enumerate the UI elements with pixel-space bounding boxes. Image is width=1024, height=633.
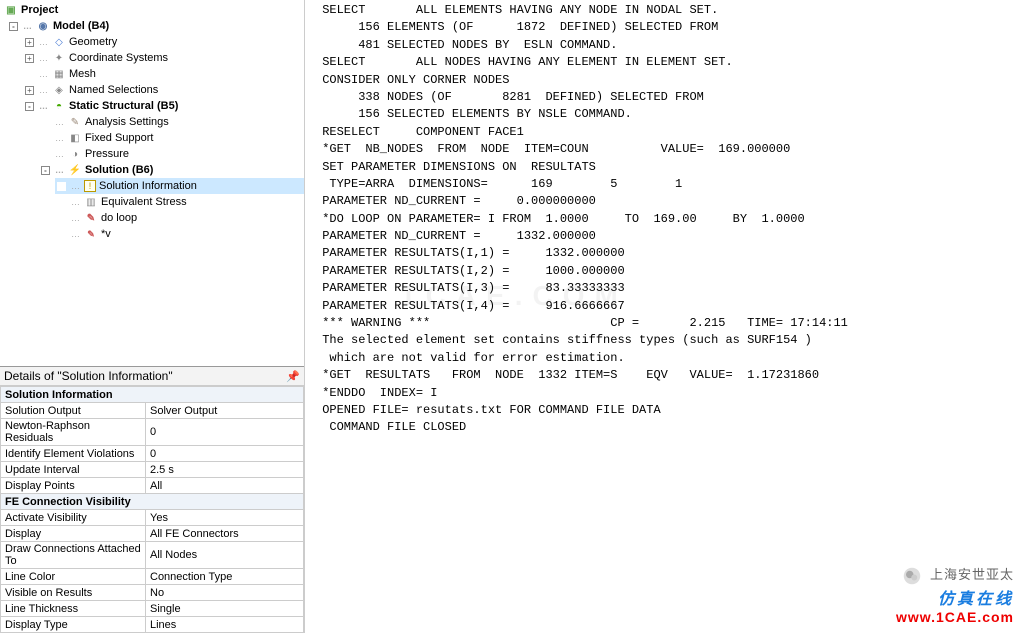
project-root[interactable]: ▣ Project (2, 2, 304, 18)
solution-icon: ⚡ (68, 163, 82, 177)
analysis-settings-node[interactable]: …✎Analysis Settings (39, 114, 304, 130)
collapse-icon[interactable]: - (9, 22, 18, 31)
fixed-support-node[interactable]: …◧Fixed Support (39, 130, 304, 146)
settings-icon: ✎ (68, 115, 82, 129)
command-icon: ✎ (84, 211, 98, 225)
table-row[interactable]: Display PointsAll (1, 478, 304, 494)
details-table: Solution Information Solution OutputSolv… (0, 386, 304, 633)
expand-icon[interactable]: + (25, 38, 34, 47)
model-label: Model (B4) (53, 20, 109, 32)
solution-info-icon: ! (84, 180, 96, 192)
output-line: OPENED FILE= resutats.txt FOR COMMAND FI… (315, 402, 1014, 419)
structural-icon: ◓ (52, 99, 66, 113)
named-sel-icon: ◈ (52, 83, 66, 97)
table-row[interactable]: Activate VisibilityYes (1, 510, 304, 526)
output-line: 156 SELECTED ELEMENTS BY NSLE COMMAND. (315, 106, 1014, 123)
output-line: RESELECT COMPONENT FACE1 (315, 124, 1014, 141)
output-line: *DO LOOP ON PARAMETER= I FROM 1.0000 TO … (315, 211, 1014, 228)
output-line: The selected element set contains stiffn… (315, 332, 1014, 349)
table-row[interactable]: Line ThicknessSingle (1, 601, 304, 617)
output-line: TYPE=ARRA DIMENSIONS= 169 5 1 (315, 176, 1014, 193)
output-line: SELECT ALL ELEMENTS HAVING ANY NODE IN N… (315, 2, 1014, 19)
table-row[interactable]: Display TypeLines (1, 617, 304, 633)
collapse-icon[interactable]: - (41, 166, 50, 175)
collapse-icon[interactable]: - (25, 102, 34, 111)
details-group[interactable]: Solution Information (1, 387, 304, 403)
equivalent-stress-node[interactable]: …▥Equivalent Stress (55, 194, 304, 210)
watermark: 上海安世亚太 仿真在线 www.1CAE.com (896, 564, 1014, 625)
details-title: Details of "Solution Information" (4, 369, 173, 383)
table-row[interactable]: Update Interval2.5 s (1, 462, 304, 478)
output-line: PARAMETER RESULTATS(I,2) = 1000.000000 (315, 263, 1014, 280)
output-line: *** WARNING *** CP = 2.215 TIME= 17:14:1… (315, 315, 1014, 332)
geometry-icon: ◇ (52, 35, 66, 49)
pressure-node[interactable]: …◑Pressure (39, 146, 304, 162)
geometry-node[interactable]: +…◇Geometry (23, 34, 304, 50)
table-row[interactable]: Visible on ResultsNo (1, 585, 304, 601)
project-icon: ▣ (4, 3, 18, 17)
output-line: PARAMETER ND_CURRENT = 1332.000000 (315, 228, 1014, 245)
watermark-top: 上海安世亚太 (930, 567, 1014, 582)
output-line: *ENDDO INDEX= I (315, 385, 1014, 402)
output-line: which are not valid for error estimation… (315, 350, 1014, 367)
pressure-icon: ◑ (68, 147, 82, 161)
watermark-url: www.1CAE.com (896, 609, 1014, 625)
model-icon: ◉ (36, 19, 50, 33)
static-structural-node[interactable]: -…◓Static Structural (B5) (23, 98, 304, 114)
table-row[interactable]: Solution OutputSolver Output (1, 403, 304, 419)
table-row[interactable]: DisplayAll FE Connectors (1, 526, 304, 542)
do-loop-node[interactable]: …✎do loop (55, 210, 304, 226)
output-line: SELECT ALL NODES HAVING ANY ELEMENT IN E… (315, 54, 1014, 71)
output-line: PARAMETER ND_CURRENT = 0.000000000 (315, 193, 1014, 210)
output-line: *GET NB_NODES FROM NODE ITEM=COUN VALUE=… (315, 141, 1014, 158)
fixed-support-icon: ◧ (68, 131, 82, 145)
solution-node[interactable]: -…⚡Solution (B6) (39, 162, 304, 178)
model-tree-panel: ▣ Project - … ◉ Model (B4) +…◇Geometry (0, 0, 304, 242)
mesh-node[interactable]: …▦Mesh (23, 66, 304, 82)
watermark-mid: 仿真在线 (896, 585, 1014, 609)
equivalent-stress-icon: ▥ (84, 195, 98, 209)
solution-info-node[interactable]: …!Solution Information (55, 178, 304, 194)
wechat-icon (903, 567, 921, 585)
solver-output-pane[interactable]: SELECT ALL ELEMENTS HAVING ANY NODE IN N… (305, 0, 1024, 633)
project-label: Project (21, 4, 58, 16)
table-row[interactable]: Draw Connections Attached ToAll Nodes (1, 542, 304, 569)
details-group[interactable]: FE Connection Visibility (1, 494, 304, 510)
details-panel: Details of "Solution Information" 📌 Solu… (0, 366, 304, 633)
pin-icon[interactable]: 📌 (286, 370, 300, 383)
output-line: *GET RESULTATS FROM NODE 1332 ITEM=S EQV… (315, 367, 1014, 384)
coord-icon: ✦ (52, 51, 66, 65)
output-line: PARAMETER RESULTATS(I,3) = 83.33333333 (315, 280, 1014, 297)
mv-node[interactable]: …✎*v (55, 226, 304, 242)
named-sel-node[interactable]: +…◈Named Selections (23, 82, 304, 98)
expand-icon[interactable]: + (25, 86, 34, 95)
output-line: CONSIDER ONLY CORNER NODES (315, 72, 1014, 89)
mesh-icon: ▦ (52, 67, 66, 81)
output-line: SET PARAMETER DIMENSIONS ON RESULTATS (315, 159, 1014, 176)
output-line: PARAMETER RESULTATS(I,1) = 1332.000000 (315, 245, 1014, 262)
output-line: 338 NODES (OF 8281 DEFINED) SELECTED FRO… (315, 89, 1014, 106)
model-node[interactable]: - … ◉ Model (B4) (7, 18, 304, 34)
output-line: PARAMETER RESULTATS(I,4) = 916.6666667 (315, 298, 1014, 315)
output-line: 481 SELECTED NODES BY ESLN COMMAND. (315, 37, 1014, 54)
output-line: COMMAND FILE CLOSED (315, 419, 1014, 436)
output-line: 156 ELEMENTS (OF 1872 DEFINED) SELECTED … (315, 19, 1014, 36)
expand-icon[interactable]: + (25, 54, 34, 63)
command-icon: ✎ (84, 227, 98, 241)
coord-node[interactable]: +…✦Coordinate Systems (23, 50, 304, 66)
table-row[interactable]: Newton-Raphson Residuals0 (1, 419, 304, 446)
table-row[interactable]: Line ColorConnection Type (1, 569, 304, 585)
table-row[interactable]: Identify Element Violations0 (1, 446, 304, 462)
